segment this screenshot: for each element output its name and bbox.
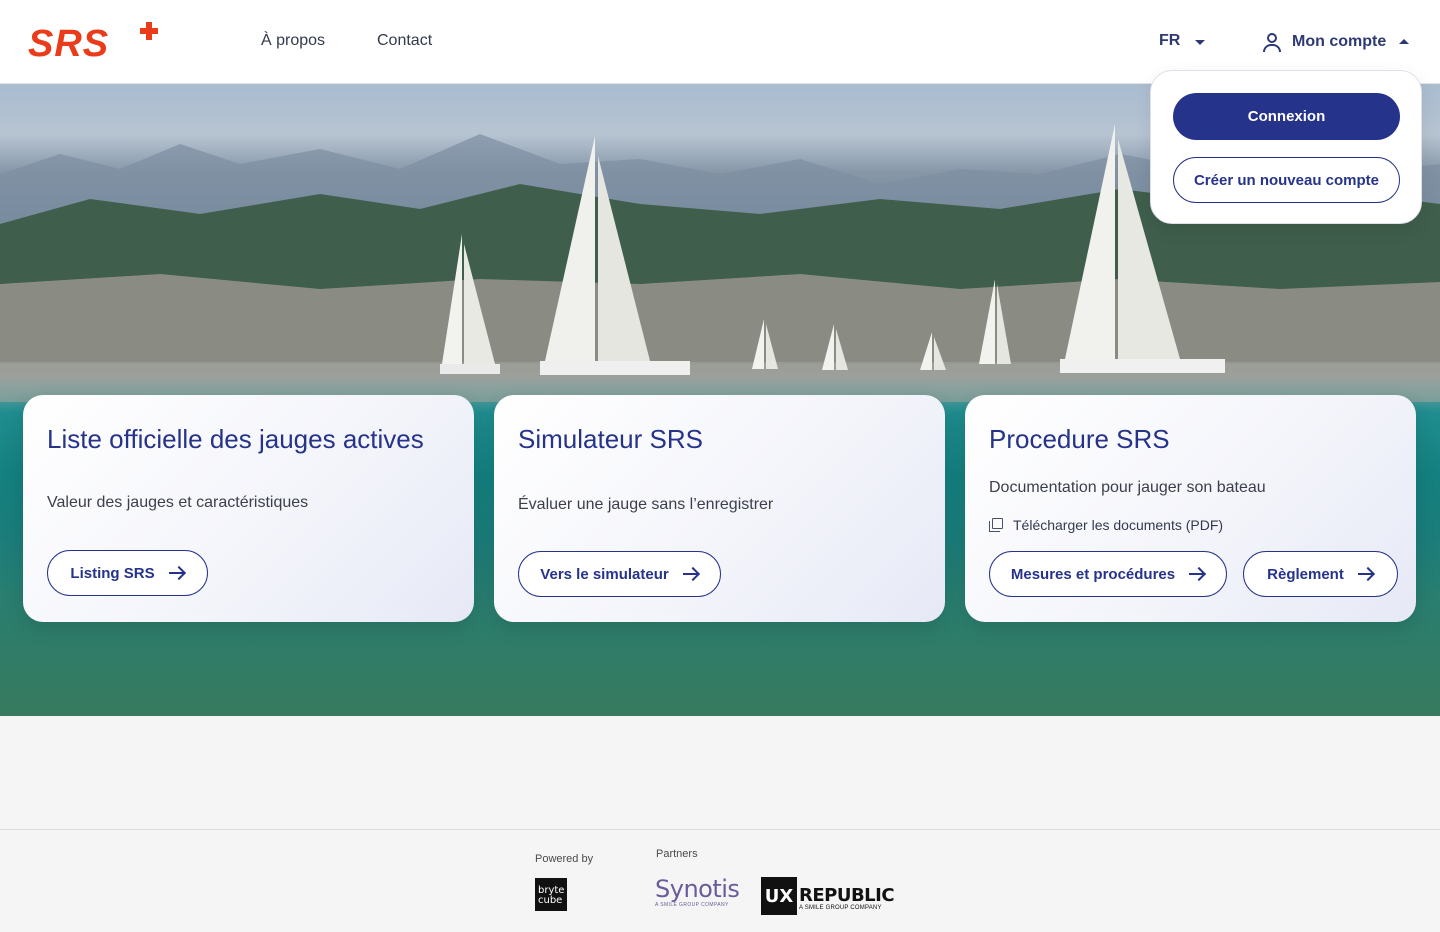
arrow-right-icon <box>682 568 699 580</box>
uxrepublic-logo-name: REPUBLIC <box>799 885 895 906</box>
account-dropdown: Connexion Créer un nouveau compte <box>1150 70 1422 224</box>
nav-link-apropos[interactable]: À propos <box>261 32 325 50</box>
caret-down-icon[interactable] <box>1195 40 1205 45</box>
uxrepublic-logo-tagline: A SMILE GROUP COMPANY <box>799 905 882 911</box>
listing-srs-button[interactable]: Listing SRS <box>47 550 208 596</box>
language-selector[interactable]: FR <box>1159 32 1180 50</box>
uxrepublic-logo-mark: UX <box>761 877 797 915</box>
site-footer: Powered by Partners bryte cube Synotis A… <box>0 829 1440 932</box>
user-icon <box>1263 32 1281 52</box>
button-label: Règlement <box>1267 565 1344 583</box>
download-documents-link[interactable]: Télécharger les documents (PDF) <box>989 517 1223 533</box>
button-label: Vers le simulateur <box>540 565 669 583</box>
account-menu-toggle[interactable]: Mon compte <box>1263 30 1386 54</box>
card-subtitle: Documentation pour jauger son bateau <box>989 479 1266 496</box>
nav-link-contact[interactable]: Contact <box>377 32 432 50</box>
logo-text: SRS <box>28 23 110 65</box>
synotis-logo[interactable]: Synotis A SMILE GROUP COMPANY <box>655 875 740 912</box>
card-simulator: Simulateur SRS Évaluer une jauge sans l’… <box>494 395 945 622</box>
button-label: Listing SRS <box>70 564 155 582</box>
card-title: Simulateur SRS <box>518 424 703 454</box>
card-subtitle: Évaluer une jauge sans l’enregistrer <box>518 496 774 513</box>
account-label: Mon compte <box>1292 33 1387 50</box>
synotis-logo-name: Synotis <box>655 875 740 903</box>
arrow-right-icon <box>1189 568 1205 580</box>
brytecube-logo[interactable]: bryte cube <box>535 878 567 911</box>
powered-by-label: Powered by <box>535 853 594 865</box>
sailboat-image <box>822 324 848 370</box>
card-listing: Liste officielle des jauges actives Vale… <box>23 395 474 622</box>
srs-logo[interactable]: SRS <box>28 22 160 65</box>
document-icon <box>989 518 1003 532</box>
download-link-label: Télécharger les documents (PDF) <box>1013 517 1224 533</box>
sailboat-image <box>440 234 500 374</box>
arrow-right-icon <box>1357 568 1374 580</box>
button-label: Mesures et procédures <box>1010 565 1176 583</box>
partners-label: Partners <box>656 848 698 860</box>
sailboat-image <box>752 319 778 369</box>
arrow-right-icon <box>168 567 185 579</box>
simulator-button[interactable]: Vers le simulateur <box>518 551 721 597</box>
swiss-cross-icon <box>140 22 158 40</box>
sailboat-image <box>540 136 690 375</box>
uxrepublic-logo[interactable]: UX REPUBLIC A SMILE GROUP COMPANY <box>761 877 895 915</box>
card-procedure: Procedure SRS Documentation pour jauger … <box>965 395 1416 622</box>
register-button[interactable]: Créer un nouveau compte <box>1173 157 1400 203</box>
caret-up-icon[interactable] <box>1399 39 1409 44</box>
card-title: Liste officielle des jauges actives <box>47 424 424 454</box>
login-button[interactable]: Connexion <box>1173 93 1400 140</box>
sailboat-image <box>979 279 1011 364</box>
reglement-button[interactable]: Règlement <box>1243 551 1398 597</box>
card-subtitle: Valeur des jauges et caractéristiques <box>47 494 309 511</box>
card-title: Procedure SRS <box>989 424 1170 454</box>
synotis-logo-tagline: A SMILE GROUP COMPANY <box>655 902 729 908</box>
sailboat-image <box>920 332 946 370</box>
mesures-procedures-button[interactable]: Mesures et procédures <box>989 551 1227 597</box>
